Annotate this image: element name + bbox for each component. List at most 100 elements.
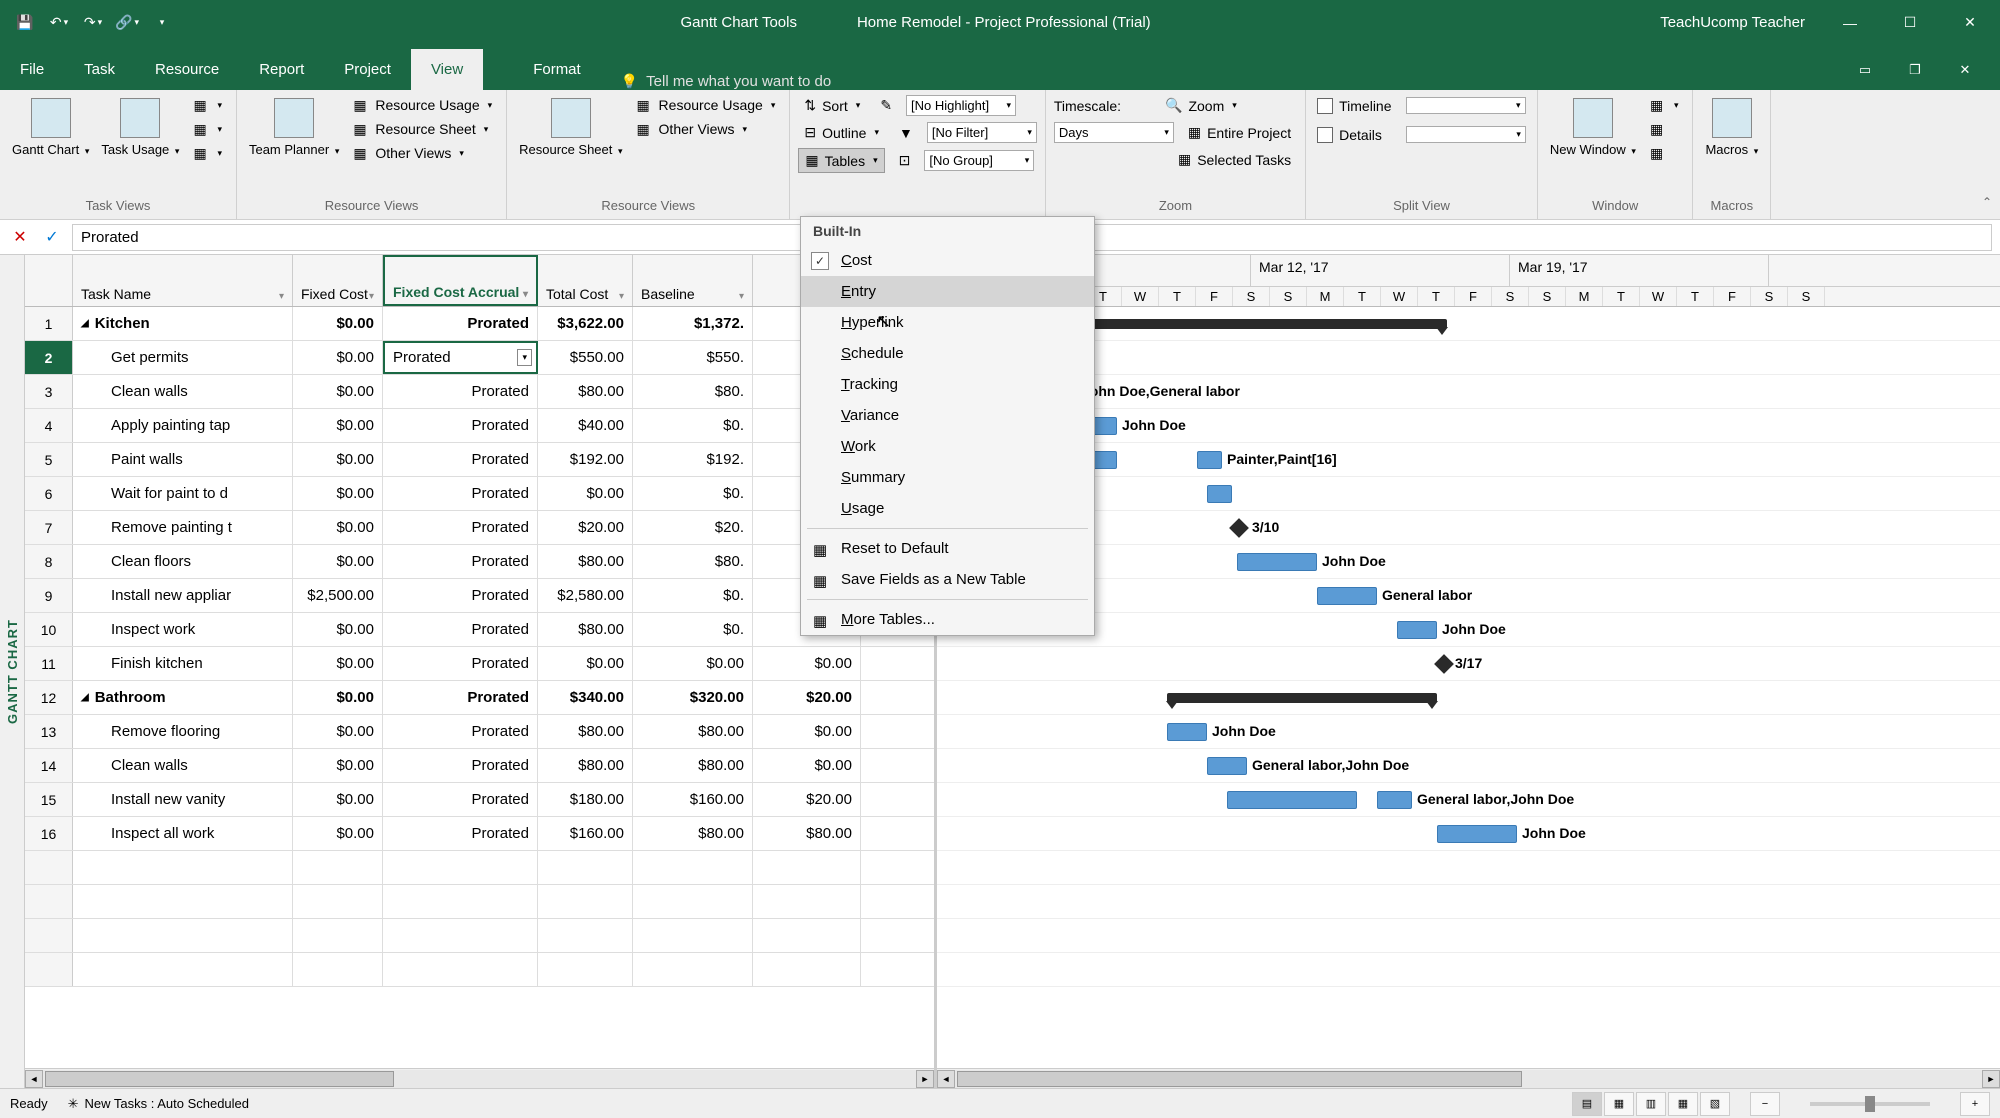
col-fixed-cost-accrual[interactable]: Fixed Cost Accrual▾ bbox=[383, 255, 538, 306]
cell-baseline[interactable]: $20. bbox=[633, 511, 753, 544]
table-row[interactable]: 5Paint walls$0.00Prorated$192.00$192. bbox=[25, 443, 934, 477]
task-usage-button[interactable]: Task Usage ▾ bbox=[97, 94, 183, 162]
menu-item-summary[interactable]: Summary bbox=[801, 462, 1094, 493]
scroll-right-button[interactable]: ► bbox=[916, 1070, 934, 1088]
other-views-button-3[interactable]: ▦Other Views ▾ bbox=[631, 118, 782, 140]
macros-button[interactable]: Macros ▾ bbox=[1701, 94, 1762, 162]
gantt-row[interactable] bbox=[937, 477, 2000, 511]
cell-fixed-cost[interactable]: $0.00 bbox=[293, 647, 383, 680]
cell-baseline[interactable]: $550. bbox=[633, 341, 753, 374]
minimize-button[interactable]: — bbox=[1820, 0, 1880, 45]
cell-task-name[interactable]: Clean walls bbox=[73, 749, 293, 782]
cell-baseline[interactable]: $0.00 bbox=[633, 647, 753, 680]
cell-variance[interactable]: $0.00 bbox=[753, 715, 861, 748]
scroll-track[interactable] bbox=[955, 1070, 1982, 1088]
view-team-planner-button[interactable]: ▥ bbox=[1636, 1092, 1666, 1116]
row-number[interactable]: 10 bbox=[25, 613, 73, 646]
cell-accrual[interactable]: Prorated bbox=[383, 375, 538, 408]
menu-more-tables[interactable]: ▦More Tables... bbox=[801, 604, 1094, 635]
row-number[interactable]: 4 bbox=[25, 409, 73, 442]
gantt-row[interactable]: Painter,Paint[16] bbox=[937, 443, 2000, 477]
save-button[interactable]: 💾 bbox=[10, 8, 40, 38]
view-gantt-button[interactable]: ▤ bbox=[1572, 1092, 1602, 1116]
cell-fixed-cost[interactable]: $0.00 bbox=[293, 409, 383, 442]
cell-variance[interactable]: $80.00 bbox=[753, 817, 861, 850]
scroll-thumb[interactable] bbox=[45, 1071, 394, 1087]
table-row[interactable]: 11Finish kitchen$0.00Prorated$0.00$0.00$… bbox=[25, 647, 934, 681]
details-checkbox[interactable]: Details▾ bbox=[1314, 123, 1529, 146]
cell-fixed-cost[interactable]: $0.00 bbox=[293, 443, 383, 476]
cell-accrual[interactable]: Prorated bbox=[383, 613, 538, 646]
redo-button[interactable]: ↷▾ bbox=[78, 8, 108, 38]
gantt-task-bar[interactable] bbox=[1207, 757, 1247, 775]
cell-baseline[interactable]: $320.00 bbox=[633, 681, 753, 714]
zoom-button[interactable]: 🔍 Zoom ▾ bbox=[1159, 94, 1243, 117]
cell-accrual[interactable]: Prorated bbox=[383, 579, 538, 612]
collapse-icon[interactable]: ◢ bbox=[81, 692, 89, 703]
gantt-hscroll[interactable]: ◄ ► bbox=[937, 1068, 2000, 1088]
gantt-row[interactable]: 3/10 bbox=[937, 511, 2000, 545]
cell-total-cost[interactable]: $0.00 bbox=[538, 647, 633, 680]
collapse-ribbon-button[interactable]: ⌃ bbox=[1982, 195, 1992, 209]
tab-file[interactable]: File bbox=[0, 49, 64, 90]
table-row[interactable]: 3Clean walls$0.00Prorated$80.00$80. bbox=[25, 375, 934, 409]
doc-restore-button[interactable]: ❐ bbox=[1890, 50, 1940, 90]
cell-fixed-cost[interactable]: $0.00 bbox=[293, 681, 383, 714]
table-row[interactable] bbox=[25, 919, 934, 953]
cell-accrual[interactable]: Prorated▾ bbox=[383, 341, 538, 374]
collapse-icon[interactable]: ◢ bbox=[81, 318, 89, 329]
menu-item-usage[interactable]: Usage bbox=[801, 493, 1094, 524]
switch-windows-button[interactable]: ▦▾ bbox=[1644, 94, 1685, 116]
cell-fixed-cost[interactable]: $0.00 bbox=[293, 783, 383, 816]
cell-baseline[interactable]: $0. bbox=[633, 409, 753, 442]
row-number[interactable]: 3 bbox=[25, 375, 73, 408]
row-number[interactable] bbox=[25, 919, 73, 952]
cell-baseline[interactable]: $0. bbox=[633, 477, 753, 510]
cell-baseline[interactable]: $80.00 bbox=[633, 715, 753, 748]
hide-button[interactable]: ▦ bbox=[1644, 142, 1685, 164]
row-number[interactable]: 6 bbox=[25, 477, 73, 510]
cell-accrual[interactable]: Prorated bbox=[383, 647, 538, 680]
row-number[interactable]: 9 bbox=[25, 579, 73, 612]
gantt-milestone[interactable] bbox=[1229, 518, 1249, 538]
cell-total-cost[interactable]: $80.00 bbox=[538, 749, 633, 782]
menu-item-hyperlink[interactable]: Hyperlink bbox=[801, 307, 1094, 338]
cell-fixed-cost[interactable]: $0.00 bbox=[293, 511, 383, 544]
cell-task-name[interactable]: Finish kitchen bbox=[73, 647, 293, 680]
table-row[interactable] bbox=[25, 885, 934, 919]
gantt-row[interactable]: 3/6 bbox=[937, 341, 2000, 375]
gantt-task-bar[interactable] bbox=[1397, 621, 1437, 639]
cell-baseline[interactable]: $160.00 bbox=[633, 783, 753, 816]
cell-task-name[interactable]: ◢Kitchen bbox=[73, 307, 293, 340]
cell-fixed-cost[interactable]: $0.00 bbox=[293, 613, 383, 646]
gantt-row[interactable] bbox=[937, 885, 2000, 919]
tell-me-search[interactable]: 💡 Tell me what you want to do bbox=[601, 73, 852, 90]
cell-baseline[interactable]: $192. bbox=[633, 443, 753, 476]
gantt-task-bar[interactable] bbox=[1197, 451, 1222, 469]
gantt-row[interactable]: General labor,John Doe bbox=[937, 749, 2000, 783]
col-total-cost[interactable]: Total Cost▾ bbox=[538, 255, 633, 306]
network-diagram-button[interactable]: ▦▾ bbox=[187, 94, 228, 116]
filter-button[interactable]: ▼ bbox=[893, 122, 919, 144]
cell-accrual[interactable]: Prorated bbox=[383, 511, 538, 544]
resource-sheet-big-button[interactable]: Resource Sheet ▾ bbox=[515, 94, 626, 162]
tab-format[interactable]: Format bbox=[513, 49, 601, 90]
menu-save-fields[interactable]: ▦Save Fields as a New Table bbox=[801, 564, 1094, 595]
cell-task-name[interactable]: ◢Bathroom bbox=[73, 681, 293, 714]
gantt-row[interactable]: John Doe bbox=[937, 715, 2000, 749]
view-report-button[interactable]: ▧ bbox=[1700, 1092, 1730, 1116]
cell-accrual[interactable]: Prorated bbox=[383, 477, 538, 510]
menu-reset-default[interactable]: ▦Reset to Default bbox=[801, 533, 1094, 564]
cell-task-name[interactable]: Clean walls bbox=[73, 375, 293, 408]
row-number[interactable]: 5 bbox=[25, 443, 73, 476]
table-row[interactable]: 10Inspect work$0.00Prorated$80.00$0. bbox=[25, 613, 934, 647]
view-resource-sheet-button[interactable]: ▦ bbox=[1668, 1092, 1698, 1116]
cell-fixed-cost[interactable]: $0.00 bbox=[293, 715, 383, 748]
calendar-button[interactable]: ▦▾ bbox=[187, 118, 228, 140]
row-number[interactable]: 7 bbox=[25, 511, 73, 544]
cell-accrual[interactable]: Prorated bbox=[383, 749, 538, 782]
table-row[interactable]: 8Clean floors$0.00Prorated$80.00$80. bbox=[25, 545, 934, 579]
cell-variance[interactable]: $0.00 bbox=[753, 647, 861, 680]
zoom-out-button[interactable]: − bbox=[1750, 1092, 1780, 1116]
cell-baseline[interactable]: $80. bbox=[633, 545, 753, 578]
